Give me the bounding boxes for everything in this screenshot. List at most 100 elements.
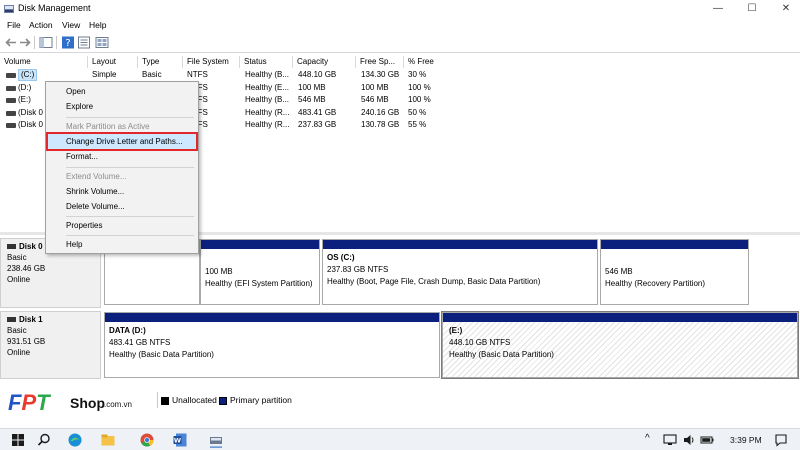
context-menu-change-drive-letter[interactable]: Change Drive Letter and Paths... bbox=[46, 132, 198, 151]
context-menu-separator bbox=[66, 167, 194, 168]
disk-management-window: Disk Management — ☐ ✕ File Action View H… bbox=[0, 0, 800, 428]
notifications-icon[interactable] bbox=[774, 433, 788, 447]
battery-icon[interactable] bbox=[700, 433, 714, 447]
svg-text:?: ? bbox=[65, 38, 70, 49]
column-header-volume[interactable]: Volume bbox=[0, 56, 88, 68]
legend-swatch bbox=[219, 396, 227, 405]
back-arrow-icon[interactable] bbox=[4, 36, 18, 49]
partition-size: 448.10 GB NTFS bbox=[449, 338, 511, 347]
context-menu-explore[interactable]: Explore bbox=[48, 99, 196, 114]
disk-management-app-icon bbox=[4, 5, 14, 13]
chrome-icon[interactable] bbox=[139, 432, 155, 448]
windows-start-icon[interactable] bbox=[10, 432, 26, 448]
volume-name: (Disk 0 p bbox=[18, 120, 44, 129]
percent-free-cell: 100 % bbox=[408, 82, 431, 92]
status-cell: Healthy (R... bbox=[245, 107, 290, 117]
speaker-icon[interactable] bbox=[682, 433, 696, 447]
column-header-file-system[interactable]: File System bbox=[183, 56, 240, 68]
volume-name: (E:) bbox=[18, 95, 31, 104]
menu-help[interactable]: Help bbox=[89, 20, 106, 30]
disk-size: 238.46 GB bbox=[7, 264, 46, 273]
console-tree-icon[interactable] bbox=[39, 36, 53, 49]
free-space-cell: 134.30 GB bbox=[361, 70, 400, 79]
volume-name: (C:) bbox=[18, 69, 38, 81]
legend-primary-partition: Primary partition bbox=[219, 395, 292, 405]
volume-name: (Disk 0 p bbox=[18, 107, 44, 117]
menu-bar: File Action View Help bbox=[0, 18, 800, 33]
menu-view[interactable]: View bbox=[62, 20, 80, 30]
e-partition[interactable]: (E:) 448.10 GB NTFS Healthy (Basic Data … bbox=[441, 311, 799, 379]
disk-status: Online bbox=[7, 275, 31, 284]
menu-file[interactable]: File bbox=[7, 20, 21, 30]
percent-free-cell: 30 % bbox=[408, 70, 427, 79]
toolbar-separator bbox=[56, 36, 57, 49]
search-icon[interactable] bbox=[36, 432, 52, 448]
os-c-partition[interactable]: OS (C:) 237.83 GB NTFS Healthy (Boot, Pa… bbox=[322, 239, 598, 305]
free-space-cell: 240.16 GB bbox=[361, 107, 400, 117]
data-d-partition[interactable]: DATA (D:) 483.41 GB NTFS Healthy (Basic … bbox=[104, 312, 440, 378]
tray-overflow-chevron[interactable]: ^ bbox=[645, 433, 650, 444]
context-menu-separator bbox=[66, 235, 194, 236]
legend-unallocated: Unallocated bbox=[161, 395, 217, 405]
edge-icon[interactable] bbox=[67, 432, 83, 448]
context-menu-delete-volume[interactable]: Delete Volume... bbox=[48, 199, 196, 214]
status-cell: Healthy (B... bbox=[245, 95, 290, 104]
volume-icon bbox=[6, 85, 16, 91]
context-menu-properties[interactable]: Properties bbox=[48, 218, 196, 233]
free-space-cell: 130.78 GB bbox=[361, 120, 400, 129]
disk-icon bbox=[7, 244, 16, 250]
context-menu-shrink-volume[interactable]: Shrink Volume... bbox=[48, 184, 196, 199]
view-list-icon[interactable] bbox=[95, 36, 109, 49]
partition-color-bar bbox=[601, 240, 748, 249]
maximize-button[interactable]: ☐ bbox=[738, 0, 766, 18]
fpt-brand-text: FPT bbox=[8, 390, 50, 415]
properties-icon[interactable] bbox=[77, 36, 91, 49]
percent-free-cell: 50 % bbox=[408, 107, 427, 117]
context-menu-open[interactable]: Open bbox=[48, 84, 196, 99]
recovery-partition[interactable]: 546 MB Healthy (Recovery Partition) bbox=[600, 239, 749, 305]
word-icon[interactable]: W bbox=[172, 432, 188, 448]
column-header-percent-free[interactable]: % Free bbox=[404, 56, 452, 68]
file-explorer-icon[interactable] bbox=[100, 432, 116, 448]
partition-color-bar bbox=[323, 240, 597, 249]
partition-color-bar bbox=[443, 313, 797, 322]
context-menu-separator bbox=[66, 117, 194, 118]
column-header-status[interactable]: Status bbox=[240, 56, 293, 68]
context-menu-separator bbox=[66, 216, 194, 217]
disk-management-icon[interactable] bbox=[208, 432, 224, 448]
layout-cell: Simple bbox=[92, 70, 117, 79]
column-header-type[interactable]: Type bbox=[138, 56, 183, 68]
free-space-cell: 546 MB bbox=[361, 95, 389, 104]
efi-system-partition[interactable]: 100 MB Healthy (EFI System Partition) bbox=[200, 239, 320, 305]
fs-cell: NTFS bbox=[187, 70, 208, 79]
column-header-capacity[interactable]: Capacity bbox=[293, 56, 356, 68]
help-icon[interactable]: ? bbox=[61, 36, 75, 49]
capacity-cell: 483.41 GB bbox=[298, 107, 337, 117]
partition-status: Healthy (Basic Data Partition) bbox=[449, 350, 554, 359]
network-icon[interactable] bbox=[663, 433, 677, 447]
forward-arrow-icon[interactable] bbox=[18, 36, 32, 49]
column-header-layout[interactable]: Layout bbox=[88, 56, 138, 68]
context-menu-mark-active: Mark Partition as Active bbox=[66, 122, 150, 131]
minimize-button[interactable]: — bbox=[704, 0, 732, 18]
context-menu-help[interactable]: Help bbox=[48, 237, 196, 252]
partition-title: (E:) bbox=[449, 326, 463, 335]
clock-time[interactable]: 3:39 PM bbox=[730, 435, 762, 445]
volume-row[interactable]: (C:) Simple Basic NTFS Healthy (B... 448… bbox=[0, 69, 800, 82]
column-header-free-space[interactable]: Free Sp... bbox=[356, 56, 404, 68]
menu-action[interactable]: Action bbox=[29, 20, 53, 30]
legend-swatch bbox=[161, 396, 169, 405]
context-menu-format[interactable]: Format... bbox=[48, 149, 196, 164]
disk-name: Disk 0 bbox=[19, 242, 43, 251]
disk-status: Online bbox=[7, 348, 31, 357]
capacity-cell: 100 MB bbox=[298, 82, 326, 92]
disk-size: 931.51 GB bbox=[7, 337, 46, 346]
partition-color-bar bbox=[201, 240, 319, 249]
close-button[interactable]: ✕ bbox=[772, 0, 800, 18]
partition-size: 237.83 GB NTFS bbox=[327, 265, 389, 274]
taskbar: W ^ 3:39 PM bbox=[0, 428, 800, 450]
window-title: Disk Management bbox=[18, 3, 91, 13]
disk-1-label[interactable]: Disk 1 Basic 931.51 GB Online bbox=[0, 311, 101, 379]
title-bar: Disk Management — ☐ ✕ bbox=[0, 0, 800, 18]
domain-text: .com.vn bbox=[104, 400, 133, 409]
